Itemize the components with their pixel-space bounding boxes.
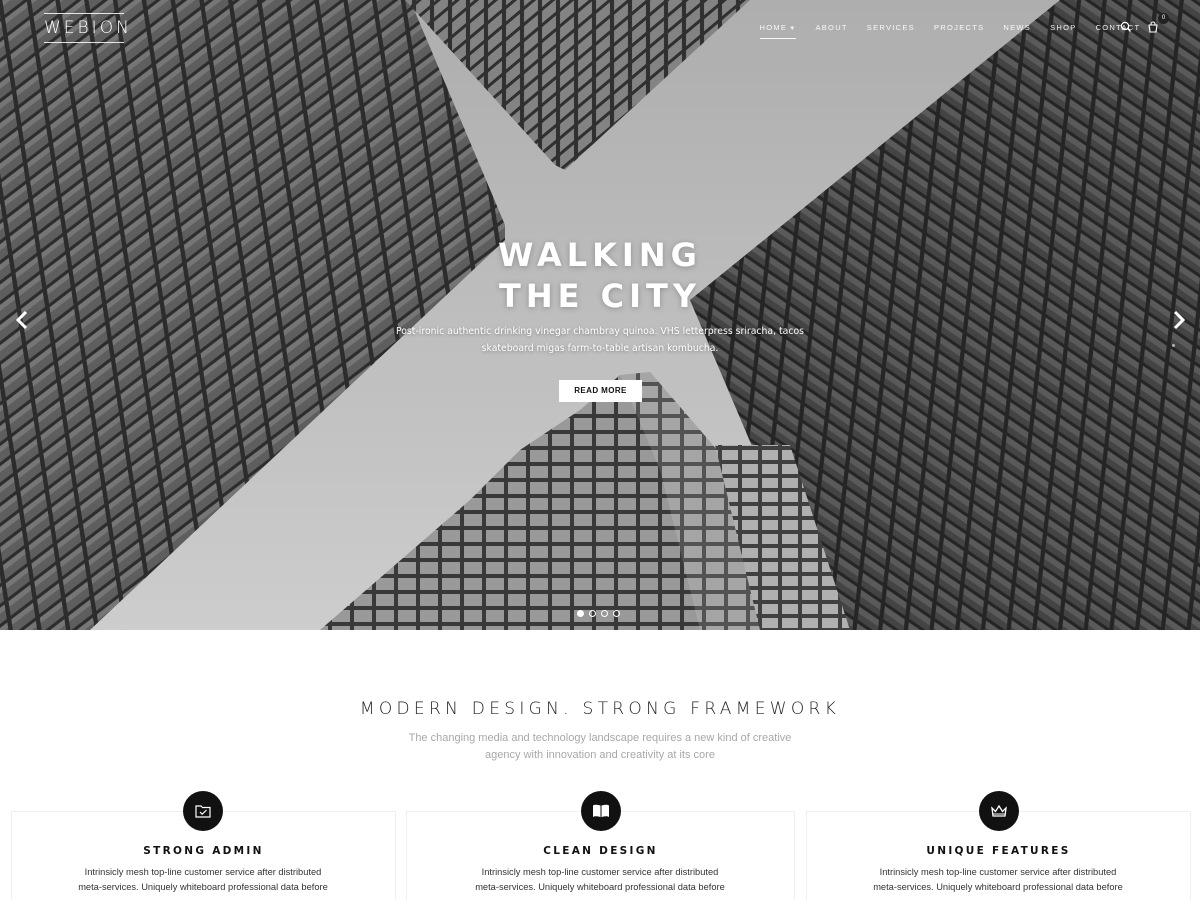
folder-check-icon — [183, 791, 223, 831]
search-icon[interactable] — [1119, 20, 1133, 34]
section-title: MODERN DESIGN. STRONG FRAMEWORK — [359, 699, 841, 719]
nav-item-news[interactable]: NEWS — [994, 21, 1041, 35]
feature-text: Intrinsicly mesh top-line customer servi… — [78, 867, 328, 892]
nav-item-projects[interactable]: PROJECTS — [925, 21, 994, 35]
read-more-button[interactable]: READ MORE — [559, 380, 642, 402]
crown-icon — [979, 791, 1019, 831]
cart-icon[interactable] — [1146, 20, 1160, 34]
chevron-down-icon: ▼ — [789, 25, 797, 32]
nav-item-home[interactable]: HOME ▼ — [750, 21, 806, 39]
feature-text: Intrinsicly mesh top-line customer servi… — [873, 867, 1123, 892]
nav-item-about[interactable]: ABOUT — [806, 21, 857, 35]
feature-text: Intrinsicly mesh top-line customer servi… — [475, 867, 725, 892]
chevron-left-icon[interactable] — [12, 308, 32, 332]
main-nav: HOME ▼ ABOUT SERVICES PROJECTS NEWS SHOP … — [750, 20, 1150, 39]
slider-marker — [1172, 344, 1175, 347]
nav-item-services[interactable]: SERVICES — [857, 21, 924, 35]
slider-dot-1[interactable] — [577, 610, 584, 617]
chevron-right-icon[interactable] — [1169, 308, 1189, 332]
cart-count-badge: 0 — [1158, 13, 1169, 24]
nav-item-label: HOME — [759, 22, 788, 32]
nav-item-shop[interactable]: SHOP — [1041, 21, 1086, 35]
hero-description: Post-ironic authentic drinking vinegar c… — [395, 326, 805, 354]
section-subtitle: The changing media and technology landsc… — [408, 732, 792, 761]
slider-dot-2[interactable] — [589, 610, 596, 617]
feature-title: UNIQUE FEATURES — [926, 845, 1071, 857]
feature-title: CLEAN DESIGN — [543, 845, 658, 857]
open-book-icon — [581, 791, 621, 831]
hero-title-line-2: THE CITY — [499, 277, 701, 315]
slider-pagination — [577, 610, 620, 617]
nav-item-contact[interactable]: CONTACT — [1086, 21, 1150, 35]
hero-slider: WEBION HOME ▼ ABOUT SERVICES PROJECTS NEW… — [0, 0, 1200, 630]
feature-title: STRONG ADMIN — [143, 845, 264, 857]
slider-dot-3[interactable] — [601, 610, 608, 617]
hero-title-line-1: WALKING — [498, 236, 702, 274]
slider-dot-4[interactable] — [613, 610, 620, 617]
site-logo[interactable]: WEBION — [44, 13, 129, 43]
